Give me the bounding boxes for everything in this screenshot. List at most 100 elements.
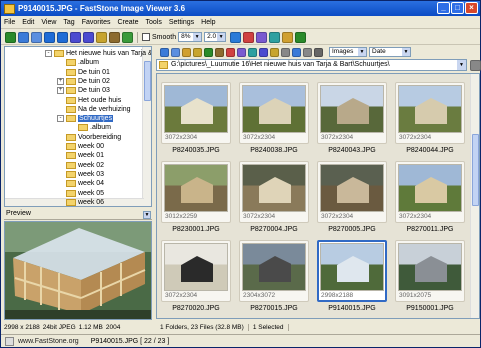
close-button[interactable]: × bbox=[465, 2, 478, 14]
expand-icon[interactable]: - bbox=[57, 115, 64, 123]
path-go-icon[interactable] bbox=[470, 60, 481, 71]
toolbar-icon[interactable] bbox=[282, 31, 294, 43]
minimize-button[interactable]: _ bbox=[437, 2, 450, 14]
menu-item[interactable]: Favorites bbox=[82, 19, 111, 26]
menu-item[interactable]: File bbox=[4, 19, 15, 26]
filter-combo[interactable]: Images ▼ bbox=[329, 47, 367, 57]
toolbar-icon[interactable] bbox=[243, 31, 255, 43]
tree-item[interactable]: week 02 bbox=[57, 161, 104, 170]
browser-tool-icon[interactable] bbox=[248, 47, 257, 57]
toolbar-icon[interactable] bbox=[256, 31, 268, 43]
menu-item[interactable]: Edit bbox=[22, 19, 34, 26]
expand-icon[interactable]: - bbox=[45, 50, 52, 57]
tree-item[interactable]: - Schuurtjes bbox=[57, 114, 114, 123]
folder-file-count: 1 Folders, 23 Files (32.8 MB) bbox=[156, 323, 249, 331]
tree-scrollbar[interactable] bbox=[142, 47, 151, 206]
grid-scrollbar[interactable] bbox=[470, 74, 479, 318]
folder-icon bbox=[66, 115, 76, 123]
menu-item[interactable]: Settings bbox=[169, 19, 194, 26]
path-dropdown-icon[interactable]: ▼ bbox=[457, 60, 466, 70]
tree-item[interactable]: - Het nieuwe huis van Tarja & Bart bbox=[45, 49, 151, 58]
folder-tree[interactable]: -Het nieuwe huis van Tarja & Bart.albumD… bbox=[4, 46, 152, 207]
browser-tool-icon[interactable] bbox=[182, 47, 191, 57]
tree-item[interactable]: .album bbox=[57, 58, 99, 67]
thumbnail-tile[interactable]: 3072x2304 bbox=[395, 82, 465, 144]
browser-tool-icon[interactable] bbox=[237, 47, 246, 57]
toolbar-icon[interactable] bbox=[230, 31, 242, 43]
tree-item[interactable]: De tuin 01 bbox=[57, 68, 110, 77]
ratio-combo[interactable]: 2.0 ▼ bbox=[204, 32, 227, 42]
tree-item[interactable]: week 04 bbox=[57, 179, 104, 188]
maximize-button[interactable]: □ bbox=[451, 2, 464, 14]
menu-item[interactable]: Tag bbox=[63, 19, 74, 26]
toolbar-icon[interactable] bbox=[122, 31, 133, 43]
folder-icon bbox=[66, 189, 76, 197]
tree-item[interactable]: Het oude huis bbox=[57, 96, 121, 105]
toolbar-icon[interactable] bbox=[18, 31, 29, 43]
tree-item[interactable]: week 05 bbox=[57, 189, 104, 198]
browser-tool-icon[interactable] bbox=[270, 47, 279, 57]
sort-combo[interactable]: Date ▼ bbox=[369, 47, 411, 57]
browser-tool-icon[interactable] bbox=[226, 47, 235, 57]
browser-tool-icon[interactable] bbox=[215, 47, 224, 57]
folder-icon bbox=[66, 96, 76, 104]
thumbnail-tile[interactable]: 3072x2304 bbox=[395, 161, 465, 223]
preview-toggle-button[interactable]: ▼ bbox=[143, 211, 151, 219]
browser-tool-icon[interactable] bbox=[303, 47, 312, 57]
thumbnail-tile[interactable]: 3072x2304 bbox=[317, 161, 387, 223]
thumbnail-tile[interactable]: 3072x2304 bbox=[317, 82, 387, 144]
browser-tool-icon[interactable] bbox=[292, 47, 301, 57]
menu-item[interactable]: View bbox=[41, 19, 56, 26]
menu-item[interactable]: Tools bbox=[146, 19, 162, 26]
website-link[interactable]: www.FastStone.org bbox=[18, 338, 79, 345]
thumbnail-tile[interactable]: 3091x2075 bbox=[395, 240, 465, 302]
browser-tool-icon[interactable] bbox=[281, 47, 290, 57]
thumbnail-filename: P8240035.JPG bbox=[172, 147, 220, 154]
thumbnail-tile[interactable]: 3072x2304 bbox=[161, 240, 231, 302]
thumbnail-dimensions: 3072x2304 bbox=[399, 134, 432, 141]
tree-item[interactable]: week 00 bbox=[57, 142, 104, 151]
tree-item[interactable]: week 06 bbox=[57, 198, 104, 206]
thumbnail-tile[interactable]: 2304x3072 bbox=[239, 240, 309, 302]
tree-item[interactable]: week 03 bbox=[57, 170, 104, 179]
tree-item[interactable]: Na de verhuizing bbox=[57, 105, 131, 114]
browser-tool-icon[interactable] bbox=[171, 47, 180, 57]
tree-item[interactable]: + De tuin 03 bbox=[57, 86, 110, 95]
tree-item[interactable]: week 01 bbox=[57, 151, 104, 160]
expand-icon[interactable]: + bbox=[57, 77, 64, 85]
menu-item[interactable]: Create bbox=[117, 19, 138, 26]
smooth-checkbox[interactable] bbox=[142, 33, 150, 41]
tree-item[interactable]: Voorbereiding bbox=[57, 133, 121, 142]
toolbar-icon[interactable] bbox=[269, 31, 281, 43]
nav-icon[interactable] bbox=[5, 336, 14, 346]
toolbar-icon[interactable] bbox=[5, 31, 16, 43]
menu-bar: File Edit View Tag Favorites Create Tools Setti… bbox=[1, 16, 480, 29]
toolbar-icon[interactable] bbox=[57, 31, 68, 43]
expand-icon[interactable]: + bbox=[57, 87, 64, 95]
thumbnail-tile[interactable]: 3072x2304 bbox=[239, 82, 309, 144]
toolbar-icon[interactable] bbox=[70, 31, 81, 43]
browser-tool-icon[interactable] bbox=[204, 47, 213, 57]
toolbar-icon[interactable] bbox=[109, 31, 120, 43]
thumbnail-tile[interactable]: 3012x2259 bbox=[161, 161, 231, 223]
toolbar-icon[interactable] bbox=[295, 31, 307, 43]
path-bar[interactable]: G:\pictures\_Luumutie 16\Het nieuwe huis… bbox=[156, 59, 467, 71]
toolbar-icon[interactable] bbox=[83, 31, 94, 43]
browser-tool-icon[interactable] bbox=[193, 47, 202, 57]
tree-item[interactable]: .album bbox=[69, 123, 111, 132]
thumbnail-tile[interactable]: 2998x2188 bbox=[317, 240, 387, 302]
toolbar-icon[interactable] bbox=[44, 31, 55, 43]
thumbnail-tile[interactable]: 3072x2304 bbox=[239, 161, 309, 223]
browser-tool-icon[interactable] bbox=[160, 47, 169, 57]
browser-tool-icon[interactable] bbox=[259, 47, 268, 57]
thumbnail-grid: 3072x2304 P8240035.JPG 3072x2304 P8240038.J… bbox=[156, 73, 480, 319]
toolbar-icon[interactable] bbox=[31, 31, 42, 43]
toolbar-icon[interactable] bbox=[96, 31, 107, 43]
menu-item[interactable]: Help bbox=[201, 19, 215, 26]
folder-icon bbox=[66, 77, 76, 85]
thumbnail-tile[interactable]: 3072x2304 bbox=[161, 82, 231, 144]
tree-item-label: Na de verhuizing bbox=[78, 105, 131, 113]
zoom-combo[interactable]: 8% ▼ bbox=[178, 32, 203, 42]
browser-tool-icon[interactable] bbox=[314, 47, 323, 57]
tree-item[interactable]: + De tuin 02 bbox=[57, 77, 110, 86]
